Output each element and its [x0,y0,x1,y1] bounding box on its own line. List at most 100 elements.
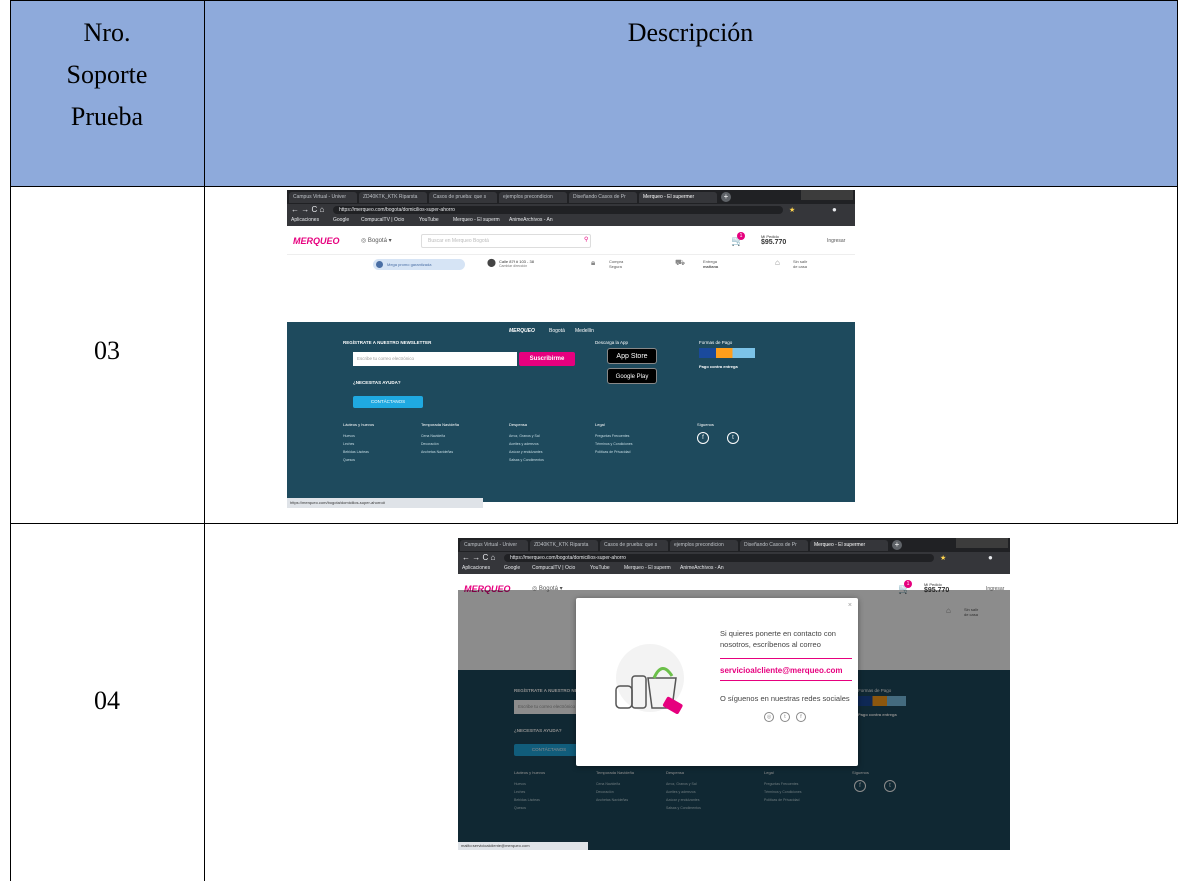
bookmark-item[interactable]: YouTube [590,565,610,571]
footer-link[interactable]: Salsas y Condimentos [509,458,544,462]
new-tab-icon[interactable]: + [721,192,731,202]
row-id-04: 04 [94,686,120,715]
browser-tab-active[interactable]: Merqueo - El supermer [810,540,888,551]
bookmark-item[interactable]: CompucalTV | Ocio [532,565,575,571]
footer-link[interactable]: Cena Navideña [421,434,445,438]
bookmark-item[interactable]: Merqueo - El superm [453,217,500,223]
app-store-badge[interactable]: App Store [607,348,657,364]
twitter-icon[interactable]: t [780,712,790,722]
footer-col3-title: Despensa [509,422,528,427]
address-bar[interactable]: https://merqueo.com/bogota/domicilios-su… [504,554,934,562]
row-id-03: 03 [94,336,120,365]
twitter-icon[interactable]: t [727,432,739,444]
home-sub: de casa [793,264,808,269]
merqueo-logo[interactable]: MERQUEO [293,236,340,246]
bookmarks-bar: Aplicaciones Google CompucalTV | Ocio Yo… [458,564,1010,574]
footer-link[interactable]: Políticas de Privacidad [595,450,630,454]
footer-link[interactable]: Anchetas Navideñas [421,450,453,454]
browser-tab[interactable]: ejemplos precondicion [499,192,567,203]
contact-button[interactable]: CONTÁCTANOS [353,396,423,408]
newsletter-title: REGÍSTRATE A NUESTRO NEWSLETTER [343,340,432,345]
footer-city-bogota[interactable]: Bogotá [549,328,565,334]
order-total[interactable]: $95.770 [761,239,786,246]
merqueo-header: MERQUEO ◎ Bogotá ▾ Buscar en Merqueo Bog… [287,226,855,278]
grocery-illustration-icon [615,644,684,714]
support-email-link[interactable]: servicioalcliente@merqueo.com [720,666,843,675]
browser-tab[interactable]: Campus Virtual - Univer [460,540,528,551]
profile-icon[interactable]: ● [988,553,993,562]
merqueo-footer: MERQUEO Bogotá Medellín REGÍSTRATE A NUE… [287,322,855,502]
footer-link[interactable]: Preguntas Frecuentes [595,434,629,438]
new-tab-icon[interactable]: + [892,540,902,550]
header-prueba: Prueba [70,102,144,131]
modal-divider-bottom [720,680,852,681]
star-icon[interactable]: ★ [789,206,795,214]
browser-tab-strip: Campus Virtual - Univer ZD40KTK_KTK Ripa… [287,190,855,204]
modal-text: Si quieres ponerte en contacto con nosot… [720,628,836,650]
google-play-badge[interactable]: Google Play [607,368,657,384]
browser-tab-active[interactable]: Merqueo - El supermer [639,192,717,203]
cart-count-badge: 1 [737,232,745,240]
window-controls[interactable] [956,538,1008,548]
footer-link[interactable]: Arroz, Granos y Sal [509,434,540,438]
footer-link[interactable]: Aceites y aderezos [509,442,539,446]
search-icon[interactable]: ⚲ [584,236,588,243]
footer-col2-title: Temporada Navideña [421,422,460,427]
table-divider-header [10,186,1178,187]
bookmark-item[interactable]: Merqueo - El superm [624,565,671,571]
newsletter-email-input[interactable]: Escribe tu correo electrónico [353,352,517,366]
browser-tab[interactable]: ZD40KTK_KTK Riparsta [530,540,598,551]
city-selector[interactable]: ◎ Bogotá ▾ [361,237,392,244]
browser-tab[interactable]: ejemplos precondicion [670,540,738,551]
footer-link[interactable]: Quesos [343,458,355,462]
bookmark-item[interactable]: Aplicaciones [291,217,319,223]
profile-icon[interactable]: ● [832,205,837,214]
facebook-icon[interactable]: f [697,432,709,444]
modal-line2: nosotros, escríbenos al correo [720,640,821,649]
nav-arrows-icon[interactable]: ← → C ⌂ [462,553,495,563]
browser-tab[interactable]: Diseñando Casos de Pr [740,540,808,551]
payment-cards [699,348,755,358]
lock-icon: 🔒︎ [591,258,596,267]
table-border-top [10,0,1178,1]
footer-link[interactable]: Bebidas Lácteas [343,450,369,454]
subscribe-button[interactable]: Suscribirme [519,352,575,366]
window-controls[interactable] [801,190,853,200]
browser-tab-strip: Campus Virtual - Univer ZD40KTK_KTK Ripa… [458,538,1010,552]
promo-pill[interactable]: Mega promo garantizada [373,259,465,270]
browser-toolbar: ← → C ⌂ https://merqueo.com/bogota/domic… [287,204,855,216]
bookmark-item[interactable]: Google [333,217,349,223]
footer-col1-title: Lácteos y huevos [343,422,375,427]
bookmark-item[interactable]: Google [504,565,520,571]
login-link[interactable]: Ingresar [827,238,845,244]
browser-tab[interactable]: Casos de prueba: que s [600,540,668,551]
footer-link[interactable]: Términos y Condiciones [595,442,633,446]
footer-link[interactable]: Decoración [421,442,439,446]
search-input[interactable]: Buscar en Merqueo Bogotá [421,234,591,248]
browser-tab[interactable]: ZD40KTK_KTK Riparsta [359,192,427,203]
bookmark-item[interactable]: YouTube [419,217,439,223]
address-bar[interactable]: https://merqueo.com/bogota/domicilios-su… [333,206,783,214]
home-icon: ⌂ [775,258,780,267]
browser-tab[interactable]: Casos de prueba: que s [429,192,497,203]
instagram-icon[interactable]: ◎ [764,712,774,722]
help-title: ¿NECESITAS AYUDA? [353,380,401,385]
bookmark-item[interactable]: CompucalTV | Ocio [361,217,404,223]
facebook-icon[interactable]: f [796,712,806,722]
address-change[interactable]: Cambiar dirección [499,264,527,268]
bookmark-item[interactable]: AnimeArchivos - An [509,217,553,223]
nav-arrows-icon[interactable]: ← → C ⌂ [291,205,324,215]
bookmark-item[interactable]: Aplicaciones [462,565,490,571]
secure-sub: Segura [609,264,622,269]
footer-link[interactable]: Huevos [343,434,355,438]
browser-tab[interactable]: Diseñando Casos de Pr [569,192,637,203]
browser-tab[interactable]: Campus Virtual - Univer [289,192,357,203]
close-icon[interactable]: × [848,602,852,609]
footer-link[interactable]: Leches [343,442,354,446]
bookmark-item[interactable]: AnimeArchivos - An [680,565,724,571]
footer-link[interactable]: Azúcar y endulzantes [509,450,542,454]
header-soporte: Soporte [66,60,148,89]
footer-logo[interactable]: MERQUEO [509,328,535,334]
footer-city-medellin[interactable]: Medellín [575,328,594,334]
star-icon[interactable]: ★ [940,554,946,562]
